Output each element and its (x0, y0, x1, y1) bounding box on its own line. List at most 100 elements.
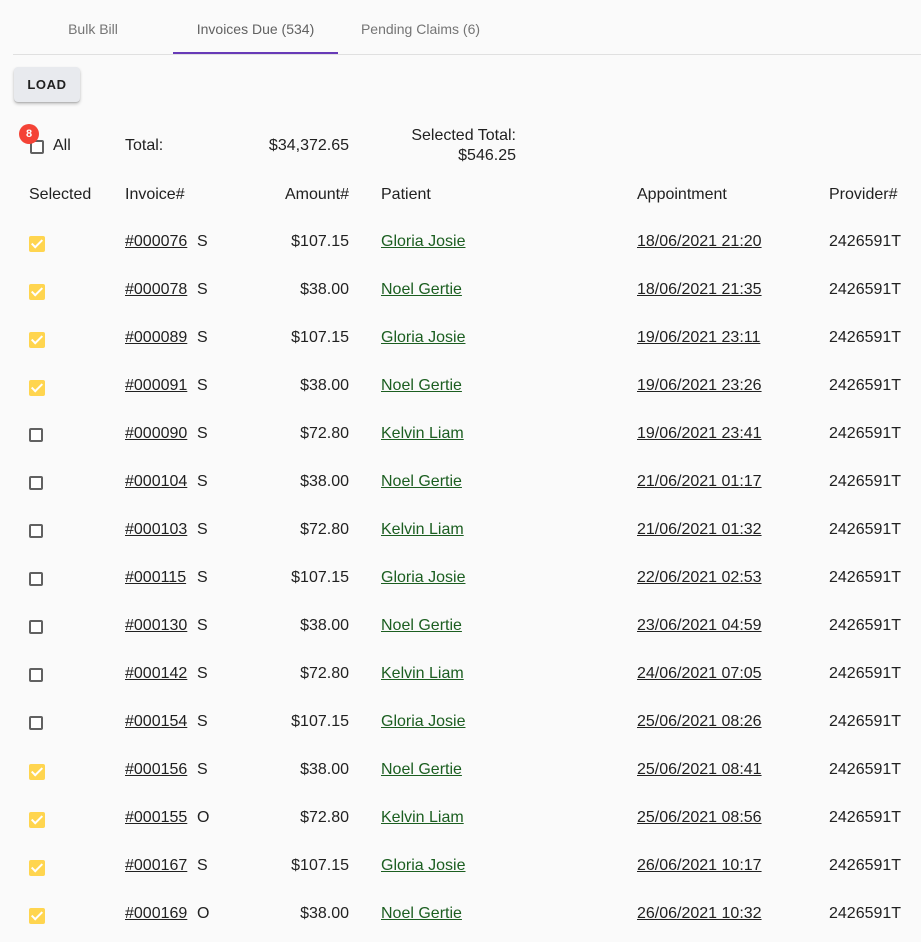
total-value: $34,372.65 (268, 137, 349, 154)
column-header-selected: Selected (29, 186, 92, 203)
patient-link[interactable]: Noel Gertie (381, 281, 462, 299)
row-select-checkbox[interactable] (29, 716, 43, 730)
amount-cell: $72.80 (300, 521, 349, 538)
row-select-checkbox[interactable] (29, 812, 45, 828)
invoice-link[interactable]: #000155 (125, 809, 187, 827)
row-select-checkbox[interactable] (29, 284, 45, 300)
invoice-link[interactable]: #000091 (125, 377, 187, 395)
appointment-link[interactable]: 26/06/2021 10:32 (637, 905, 762, 923)
invoice-type: S (197, 761, 208, 778)
invoice-type: S (197, 665, 208, 682)
patient-link[interactable]: Noel Gertie (381, 761, 462, 779)
row-select-checkbox[interactable] (29, 428, 43, 442)
column-header-invoice: Invoice# (125, 186, 185, 203)
invoice-type: S (197, 233, 208, 250)
invoice-link[interactable]: #000130 (125, 617, 187, 635)
selected-total-value: $546.25 (458, 147, 516, 164)
row-select-checkbox[interactable] (29, 524, 43, 538)
row-select-checkbox[interactable] (29, 668, 43, 682)
invoice-link[interactable]: #000090 (125, 425, 187, 443)
appointment-link[interactable]: 21/06/2021 01:32 (637, 521, 762, 539)
table-row: #000090 S $72.80 Kelvin Liam 19/06/2021 … (0, 410, 921, 458)
row-select-checkbox[interactable] (29, 476, 43, 490)
selected-count-badge: 8 (19, 124, 39, 144)
patient-link[interactable]: Gloria Josie (381, 569, 465, 587)
invoice-link[interactable]: #000078 (125, 281, 187, 299)
row-select-checkbox[interactable] (29, 380, 45, 396)
amount-cell: $107.15 (291, 713, 349, 730)
provider-cell: 2426591T (829, 521, 902, 538)
row-select-checkbox[interactable] (29, 764, 45, 780)
patient-link[interactable]: Gloria Josie (381, 857, 465, 875)
provider-cell: 2426591T (829, 617, 902, 634)
amount-cell: $72.80 (300, 665, 349, 682)
appointment-link[interactable]: 25/06/2021 08:41 (637, 761, 762, 779)
appointment-link[interactable]: 19/06/2021 23:26 (637, 377, 762, 395)
row-select-checkbox[interactable] (29, 860, 45, 876)
patient-link[interactable]: Noel Gertie (381, 617, 462, 635)
invoice-type: S (197, 857, 208, 874)
load-button[interactable]: LOAD (14, 67, 80, 102)
amount-cell: $107.15 (291, 329, 349, 346)
provider-cell: 2426591T (829, 809, 902, 826)
tab-pending-claims[interactable]: Pending Claims (6) (338, 0, 503, 54)
invoice-link[interactable]: #000156 (125, 761, 187, 779)
invoice-link[interactable]: #000103 (125, 521, 187, 539)
invoice-link[interactable]: #000115 (125, 569, 186, 587)
patient-link[interactable]: Kelvin Liam (381, 665, 464, 683)
patient-link[interactable]: Gloria Josie (381, 713, 465, 731)
appointment-link[interactable]: 19/06/2021 23:41 (637, 425, 762, 443)
patient-link[interactable]: Kelvin Liam (381, 521, 464, 539)
total-label: Total: (125, 137, 164, 154)
invoice-link[interactable]: #000142 (125, 665, 187, 683)
invoice-type: S (197, 713, 208, 730)
appointment-link[interactable]: 21/06/2021 01:17 (637, 473, 762, 491)
provider-cell: 2426591T (829, 905, 902, 922)
invoice-link[interactable]: #000104 (125, 473, 187, 491)
patient-link[interactable]: Kelvin Liam (381, 425, 464, 443)
table-row: #000115 S $107.15 Gloria Josie 22/06/202… (0, 554, 921, 602)
table-row: #000130 S $38.00 Noel Gertie 23/06/2021 … (0, 602, 921, 650)
patient-link[interactable]: Noel Gertie (381, 905, 462, 923)
amount-cell: $38.00 (300, 905, 349, 922)
provider-cell: 2426591T (829, 425, 902, 442)
table-row: #000078 S $38.00 Noel Gertie 18/06/2021 … (0, 266, 921, 314)
invoice-link[interactable]: #000076 (125, 233, 187, 251)
patient-link[interactable]: Kelvin Liam (381, 809, 464, 827)
appointment-link[interactable]: 25/06/2021 08:56 (637, 809, 762, 827)
column-header-amount: Amount# (284, 186, 349, 203)
row-select-checkbox[interactable] (29, 908, 45, 924)
appointment-link[interactable]: 25/06/2021 08:26 (637, 713, 762, 731)
patient-link[interactable]: Noel Gertie (381, 473, 462, 491)
invoice-link[interactable]: #000154 (125, 713, 187, 731)
row-select-checkbox[interactable] (29, 236, 45, 252)
amount-cell: $107.15 (291, 569, 349, 586)
invoice-type: S (197, 617, 208, 634)
provider-cell: 2426591T (829, 761, 902, 778)
patient-link[interactable]: Gloria Josie (381, 329, 465, 347)
appointment-link[interactable]: 26/06/2021 10:17 (637, 857, 762, 875)
patient-link[interactable]: Gloria Josie (381, 233, 465, 251)
row-select-checkbox[interactable] (29, 572, 43, 586)
invoice-type: S (197, 329, 208, 346)
amount-cell: $38.00 (300, 377, 349, 394)
selected-total-label: Selected Total: (411, 127, 516, 144)
appointment-link[interactable]: 18/06/2021 21:35 (637, 281, 762, 299)
provider-cell: 2426591T (829, 377, 902, 394)
appointment-link[interactable]: 23/06/2021 04:59 (637, 617, 762, 635)
row-select-checkbox[interactable] (29, 620, 43, 634)
amount-cell: $38.00 (300, 473, 349, 490)
patient-link[interactable]: Noel Gertie (381, 377, 462, 395)
invoice-link[interactable]: #000167 (125, 857, 187, 875)
amount-cell: $107.15 (291, 233, 349, 250)
appointment-link[interactable]: 18/06/2021 21:20 (637, 233, 762, 251)
invoice-link[interactable]: #000089 (125, 329, 187, 347)
appointment-link[interactable]: 24/06/2021 07:05 (637, 665, 762, 683)
amount-cell: $72.80 (300, 425, 349, 442)
tab-bulk-bill[interactable]: Bulk Bill (13, 0, 173, 54)
tab-invoices-due[interactable]: Invoices Due (534) (173, 0, 338, 54)
invoice-link[interactable]: #000169 (125, 905, 187, 923)
appointment-link[interactable]: 22/06/2021 02:53 (637, 569, 762, 587)
appointment-link[interactable]: 19/06/2021 23:11 (637, 329, 760, 347)
row-select-checkbox[interactable] (29, 332, 45, 348)
